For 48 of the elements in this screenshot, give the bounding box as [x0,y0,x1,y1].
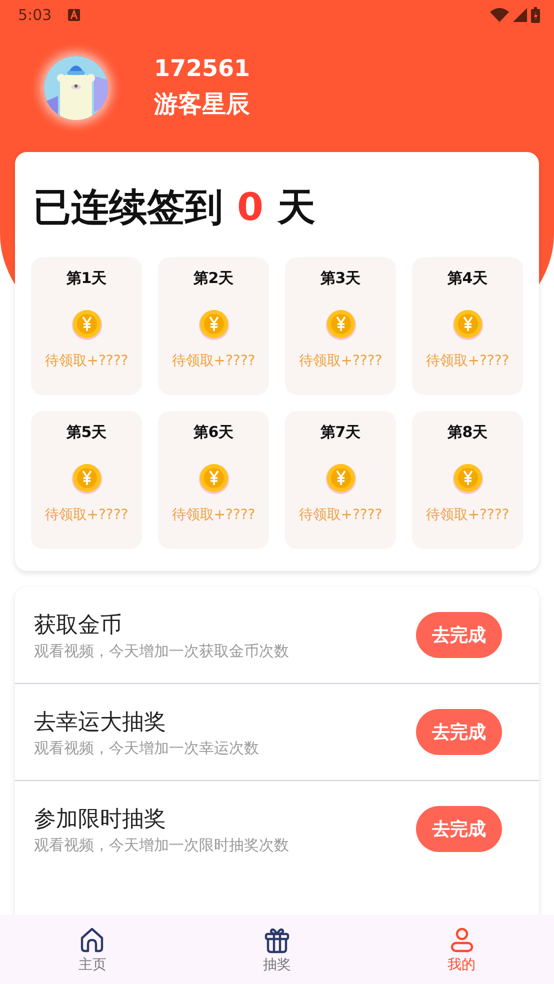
complete-button[interactable]: 去完成 [416,612,502,658]
reward-label: 待领取+???? [172,506,256,524]
coin-icon [70,462,102,494]
reward-label: 待领取+???? [44,506,128,524]
coin-icon [70,308,102,340]
signal-icon [513,8,527,22]
keyboard-icon [68,9,80,21]
complete-button[interactable]: 去完成 [416,806,502,852]
task-description: 观看视频，今天增加一次限时抽奖次数 [34,836,290,854]
task-description: 观看视频，今天增加一次获取金币次数 [34,642,290,660]
status-time: 5:03 [18,6,52,24]
nickname: 游客星辰 [154,89,250,120]
reward-label: 待领取+???? [426,352,510,370]
day-label: 第3天 [320,269,361,288]
avatar [44,56,108,120]
day-label: 第8天 [447,423,488,442]
day-label: 第1天 [66,269,107,288]
wifi-icon [490,8,509,22]
battery-icon [531,7,540,23]
coin-icon [324,462,356,494]
streak-count: 0 [237,185,264,229]
reward-label: 待领取+???? [44,352,128,370]
task-description: 观看视频，今天增加一次幸运次数 [34,738,260,758]
day-label: 第2天 [193,269,234,288]
task-title: 去幸运大抽奖 [34,708,167,736]
day-label: 第7天 [320,423,361,442]
day-label: 第6天 [193,423,234,442]
coin-icon [324,308,356,340]
gift-icon [262,926,291,954]
task-title: 参加限时抽奖 [34,806,167,834]
reward-label: 待领取+???? [298,352,382,370]
coin-icon [198,462,230,494]
reward-label: 待领取+???? [172,352,256,370]
nav-tab[interactable]: 主页 [52,924,132,974]
nav-tab[interactable]: 我的 [422,924,502,974]
coin-icon [452,308,484,340]
task-title: 获取金币 [34,612,123,640]
streak-label: 已连续签到 [33,184,223,231]
user-id: 172561 [154,56,250,82]
coin-icon [452,462,484,494]
streak-unit: 天 [277,184,316,231]
day-label: 第4天 [447,269,488,288]
complete-button[interactable]: 去完成 [416,709,502,755]
reward-label: 待领取+???? [426,506,510,524]
day-label: 第5天 [66,423,107,442]
coin-icon [198,308,230,340]
nav-tab[interactable]: 抽奖 [236,924,317,974]
reward-label: 待领取+???? [298,506,382,524]
